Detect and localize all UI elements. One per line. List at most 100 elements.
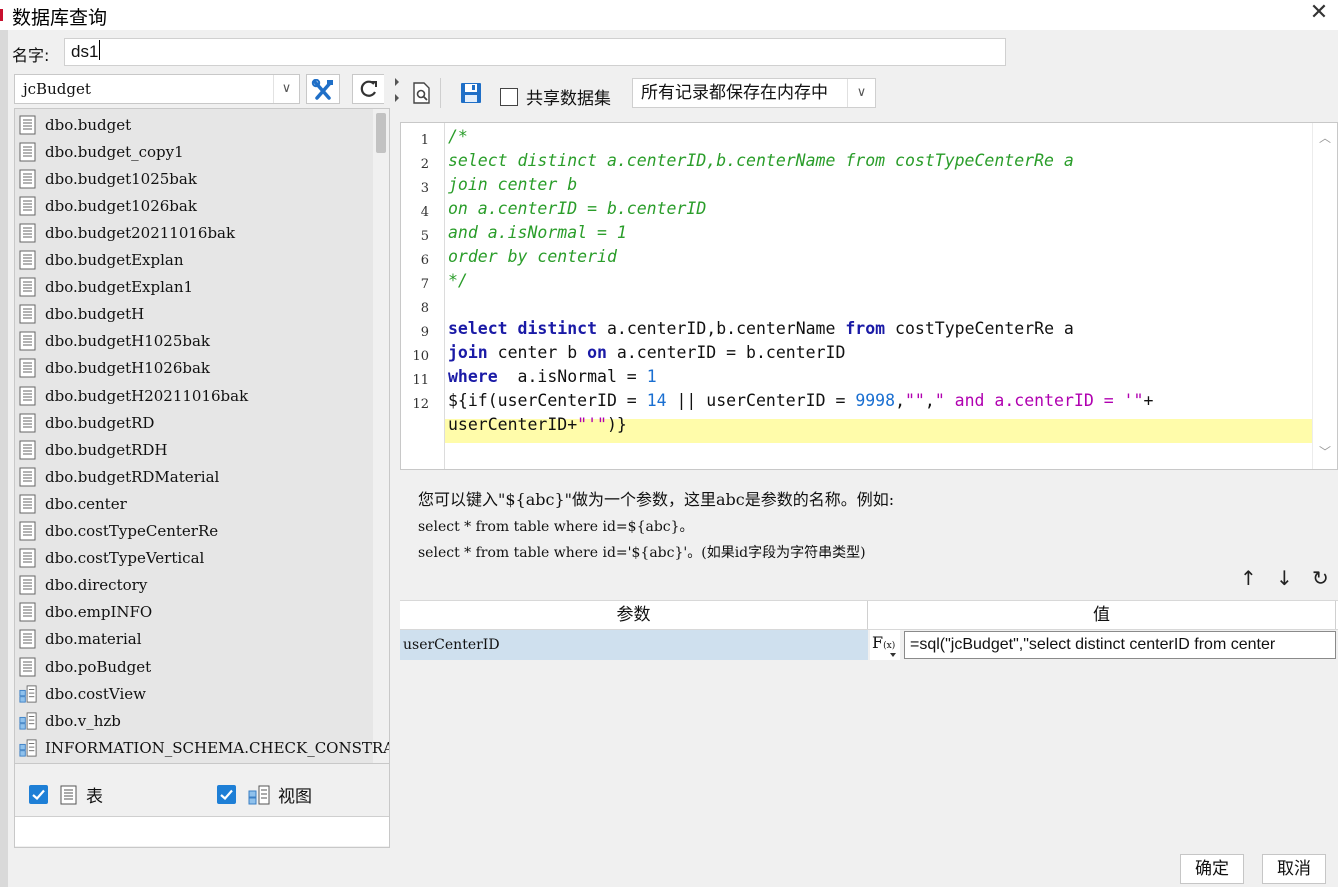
scroll-down-icon[interactable]: ﹀ xyxy=(1319,443,1331,460)
memory-mode-select[interactable]: 所有记录都保存在内存中 ∨ xyxy=(632,78,876,108)
checkbox-checked-icon[interactable] xyxy=(217,785,236,804)
formula-button[interactable]: F(x) xyxy=(870,630,900,660)
collapse-arrow-icon[interactable] xyxy=(395,78,399,86)
line-number: 3 xyxy=(420,181,429,196)
code-line-4: on a.centerID = b.centerID xyxy=(448,199,707,218)
preview-button[interactable] xyxy=(412,82,432,108)
list-item[interactable]: dbo.budget1026bak xyxy=(19,192,197,219)
memory-mode-value: 所有记录都保存在内存中 xyxy=(641,83,828,103)
name-input[interactable]: ds1 xyxy=(64,38,1006,66)
share-dataset-checkbox[interactable]: 共享数据集 xyxy=(500,84,611,109)
table-icon xyxy=(19,304,36,324)
list-item[interactable]: dbo.budgetRDH xyxy=(19,436,168,463)
table-filter-label: 表 xyxy=(86,787,103,807)
table-search-input[interactable] xyxy=(15,816,389,846)
table-icon xyxy=(19,358,36,378)
table-icon xyxy=(19,196,36,216)
cancel-button[interactable]: 取消 xyxy=(1262,854,1326,884)
list-item[interactable]: dbo.budgetExplan1 xyxy=(19,274,193,301)
code-line-3: join center b xyxy=(448,175,578,194)
list-item-label: dbo.poBudget xyxy=(45,657,152,676)
list-item[interactable]: dbo.poBudget xyxy=(19,653,151,680)
list-item[interactable]: dbo.costTypeCenterRe xyxy=(19,518,218,545)
ok-button[interactable]: 确定 xyxy=(1180,854,1244,884)
refresh-params-icon[interactable]: ↻ xyxy=(1312,566,1329,590)
list-item[interactable]: dbo.material xyxy=(19,626,142,653)
sql-editor[interactable]: 1 2 3 4 5 6 7 8 9 10 11 12 /* select dis… xyxy=(400,122,1338,470)
editor-scrollbar[interactable]: ︿ ﹀ xyxy=(1312,123,1337,469)
line-number: 10 xyxy=(412,349,429,364)
sql-text: , xyxy=(924,391,935,410)
refresh-button[interactable] xyxy=(352,74,384,104)
param-value-input[interactable]: =sql("jcBudget","select distinct centerI… xyxy=(904,631,1336,659)
table-icon xyxy=(19,115,36,134)
list-item-label: dbo.budgetRDMaterial xyxy=(45,467,220,486)
toolbar-divider xyxy=(440,78,441,108)
checkbox-checked-icon[interactable] xyxy=(29,785,48,804)
list-scrollbar[interactable] xyxy=(373,109,389,763)
list-item[interactable]: dbo.budgetH xyxy=(19,301,144,328)
save-as-button[interactable] xyxy=(460,82,482,108)
list-item-label: dbo.costTypeVertical xyxy=(45,549,205,568)
list-item[interactable]: dbo.budgetH1026bak xyxy=(19,355,210,382)
param-column-header[interactable]: 参数 xyxy=(400,601,868,629)
move-up-icon[interactable]: ↑ xyxy=(1240,566,1257,590)
list-item-label: dbo.empINFO xyxy=(45,603,153,622)
parameter-hint: 您可以键入"${abc}"做为一个参数，这里abc是参数的名称。例如: sele… xyxy=(418,486,894,562)
list-item[interactable]: dbo.budget xyxy=(19,111,131,138)
list-item-label: dbo.budget xyxy=(45,115,132,134)
list-item-label: INFORMATION_SCHEMA.CHECK_CONSTRAINTS xyxy=(45,738,389,757)
left-panel: jcBudget ∨ dbo.budget dbo.budget_copy1 dbo… xyxy=(14,72,392,848)
move-down-icon[interactable]: ↓ xyxy=(1276,566,1293,590)
sql-string: "'" xyxy=(577,415,607,434)
list-item[interactable]: dbo.budgetExplan xyxy=(19,247,184,274)
list-item[interactable]: dbo.center xyxy=(19,490,127,517)
list-item[interactable]: dbo.v_hzb xyxy=(19,707,121,734)
close-icon[interactable]: ✕ xyxy=(1308,2,1330,24)
list-item[interactable]: dbo.budgetH1025bak xyxy=(19,328,210,355)
view-filter-checkbox[interactable]: 视图 xyxy=(217,782,312,807)
table-icon xyxy=(19,142,36,162)
table-list[interactable]: dbo.budget dbo.budget_copy1 dbo.budget1025… xyxy=(14,108,390,764)
list-item-label: dbo.budgetH1026bak xyxy=(45,359,210,378)
datasource-select[interactable]: jcBudget ∨ xyxy=(14,74,300,104)
table-row[interactable]: userCenterID F(x) =sql("jcBudget","selec… xyxy=(400,630,1338,660)
list-item[interactable]: dbo.budgetH20211016bak xyxy=(19,382,248,409)
list-item[interactable]: dbo.directory xyxy=(19,572,147,599)
list-item[interactable]: dbo.budgetRD xyxy=(19,409,154,436)
code-line-7: */ xyxy=(448,271,468,290)
list-item[interactable]: dbo.budget_copy1 xyxy=(19,138,184,165)
list-item[interactable]: dbo.costView xyxy=(19,680,146,707)
list-item[interactable]: dbo.budgetRDMaterial xyxy=(19,463,219,490)
list-item-label: dbo.budgetRDH xyxy=(45,440,168,459)
list-item[interactable]: INFORMATION_SCHEMA.CHECK_CONSTRAINTS xyxy=(19,734,389,761)
collapse-arrow-icon[interactable] xyxy=(395,94,399,102)
list-item[interactable]: dbo.empINFO xyxy=(19,599,152,626)
code-line-12-wrap: userCenterID+"'")} xyxy=(448,413,627,437)
line-number: 11 xyxy=(412,373,429,388)
table-icon xyxy=(19,250,36,270)
code-line-2: select distinct a.centerID,b.centerName … xyxy=(448,151,1074,170)
list-item[interactable]: dbo.budget1025bak xyxy=(19,165,197,192)
chevron-down-icon[interactable]: ∨ xyxy=(273,75,299,103)
table-filter-checkbox[interactable]: 表 xyxy=(29,782,103,807)
scroll-up-icon[interactable]: ︿ xyxy=(1319,129,1331,146)
scrollbar-thumb[interactable] xyxy=(376,113,386,153)
name-value: ds1 xyxy=(71,42,99,61)
chevron-down-icon[interactable]: ∨ xyxy=(847,79,875,107)
code-line-9: select distinct a.centerID,b.centerName … xyxy=(448,317,1074,341)
table-icon xyxy=(19,657,36,676)
connection-settings-button[interactable] xyxy=(306,74,340,104)
floppy-icon xyxy=(461,83,481,103)
value-column-header[interactable]: 值 xyxy=(868,601,1336,629)
list-item[interactable]: dbo.costTypeVertical xyxy=(19,545,204,572)
list-item-label: dbo.costView xyxy=(45,684,146,703)
list-item-label: dbo.v_hzb xyxy=(45,711,121,730)
hint-line-1: 您可以键入"${abc}"做为一个参数，这里abc是参数的名称。例如: xyxy=(418,490,895,509)
checkbox-unchecked-icon[interactable] xyxy=(500,87,518,106)
list-item-label: dbo.budgetH1025bak xyxy=(45,332,210,351)
param-name-cell[interactable]: userCenterID xyxy=(400,630,868,660)
list-item[interactable]: dbo.budget20211016bak xyxy=(19,219,235,246)
formula-dropdown-icon[interactable] xyxy=(890,653,896,657)
hint-line-3: select * from table where id='${abc}'。(如… xyxy=(418,545,866,561)
